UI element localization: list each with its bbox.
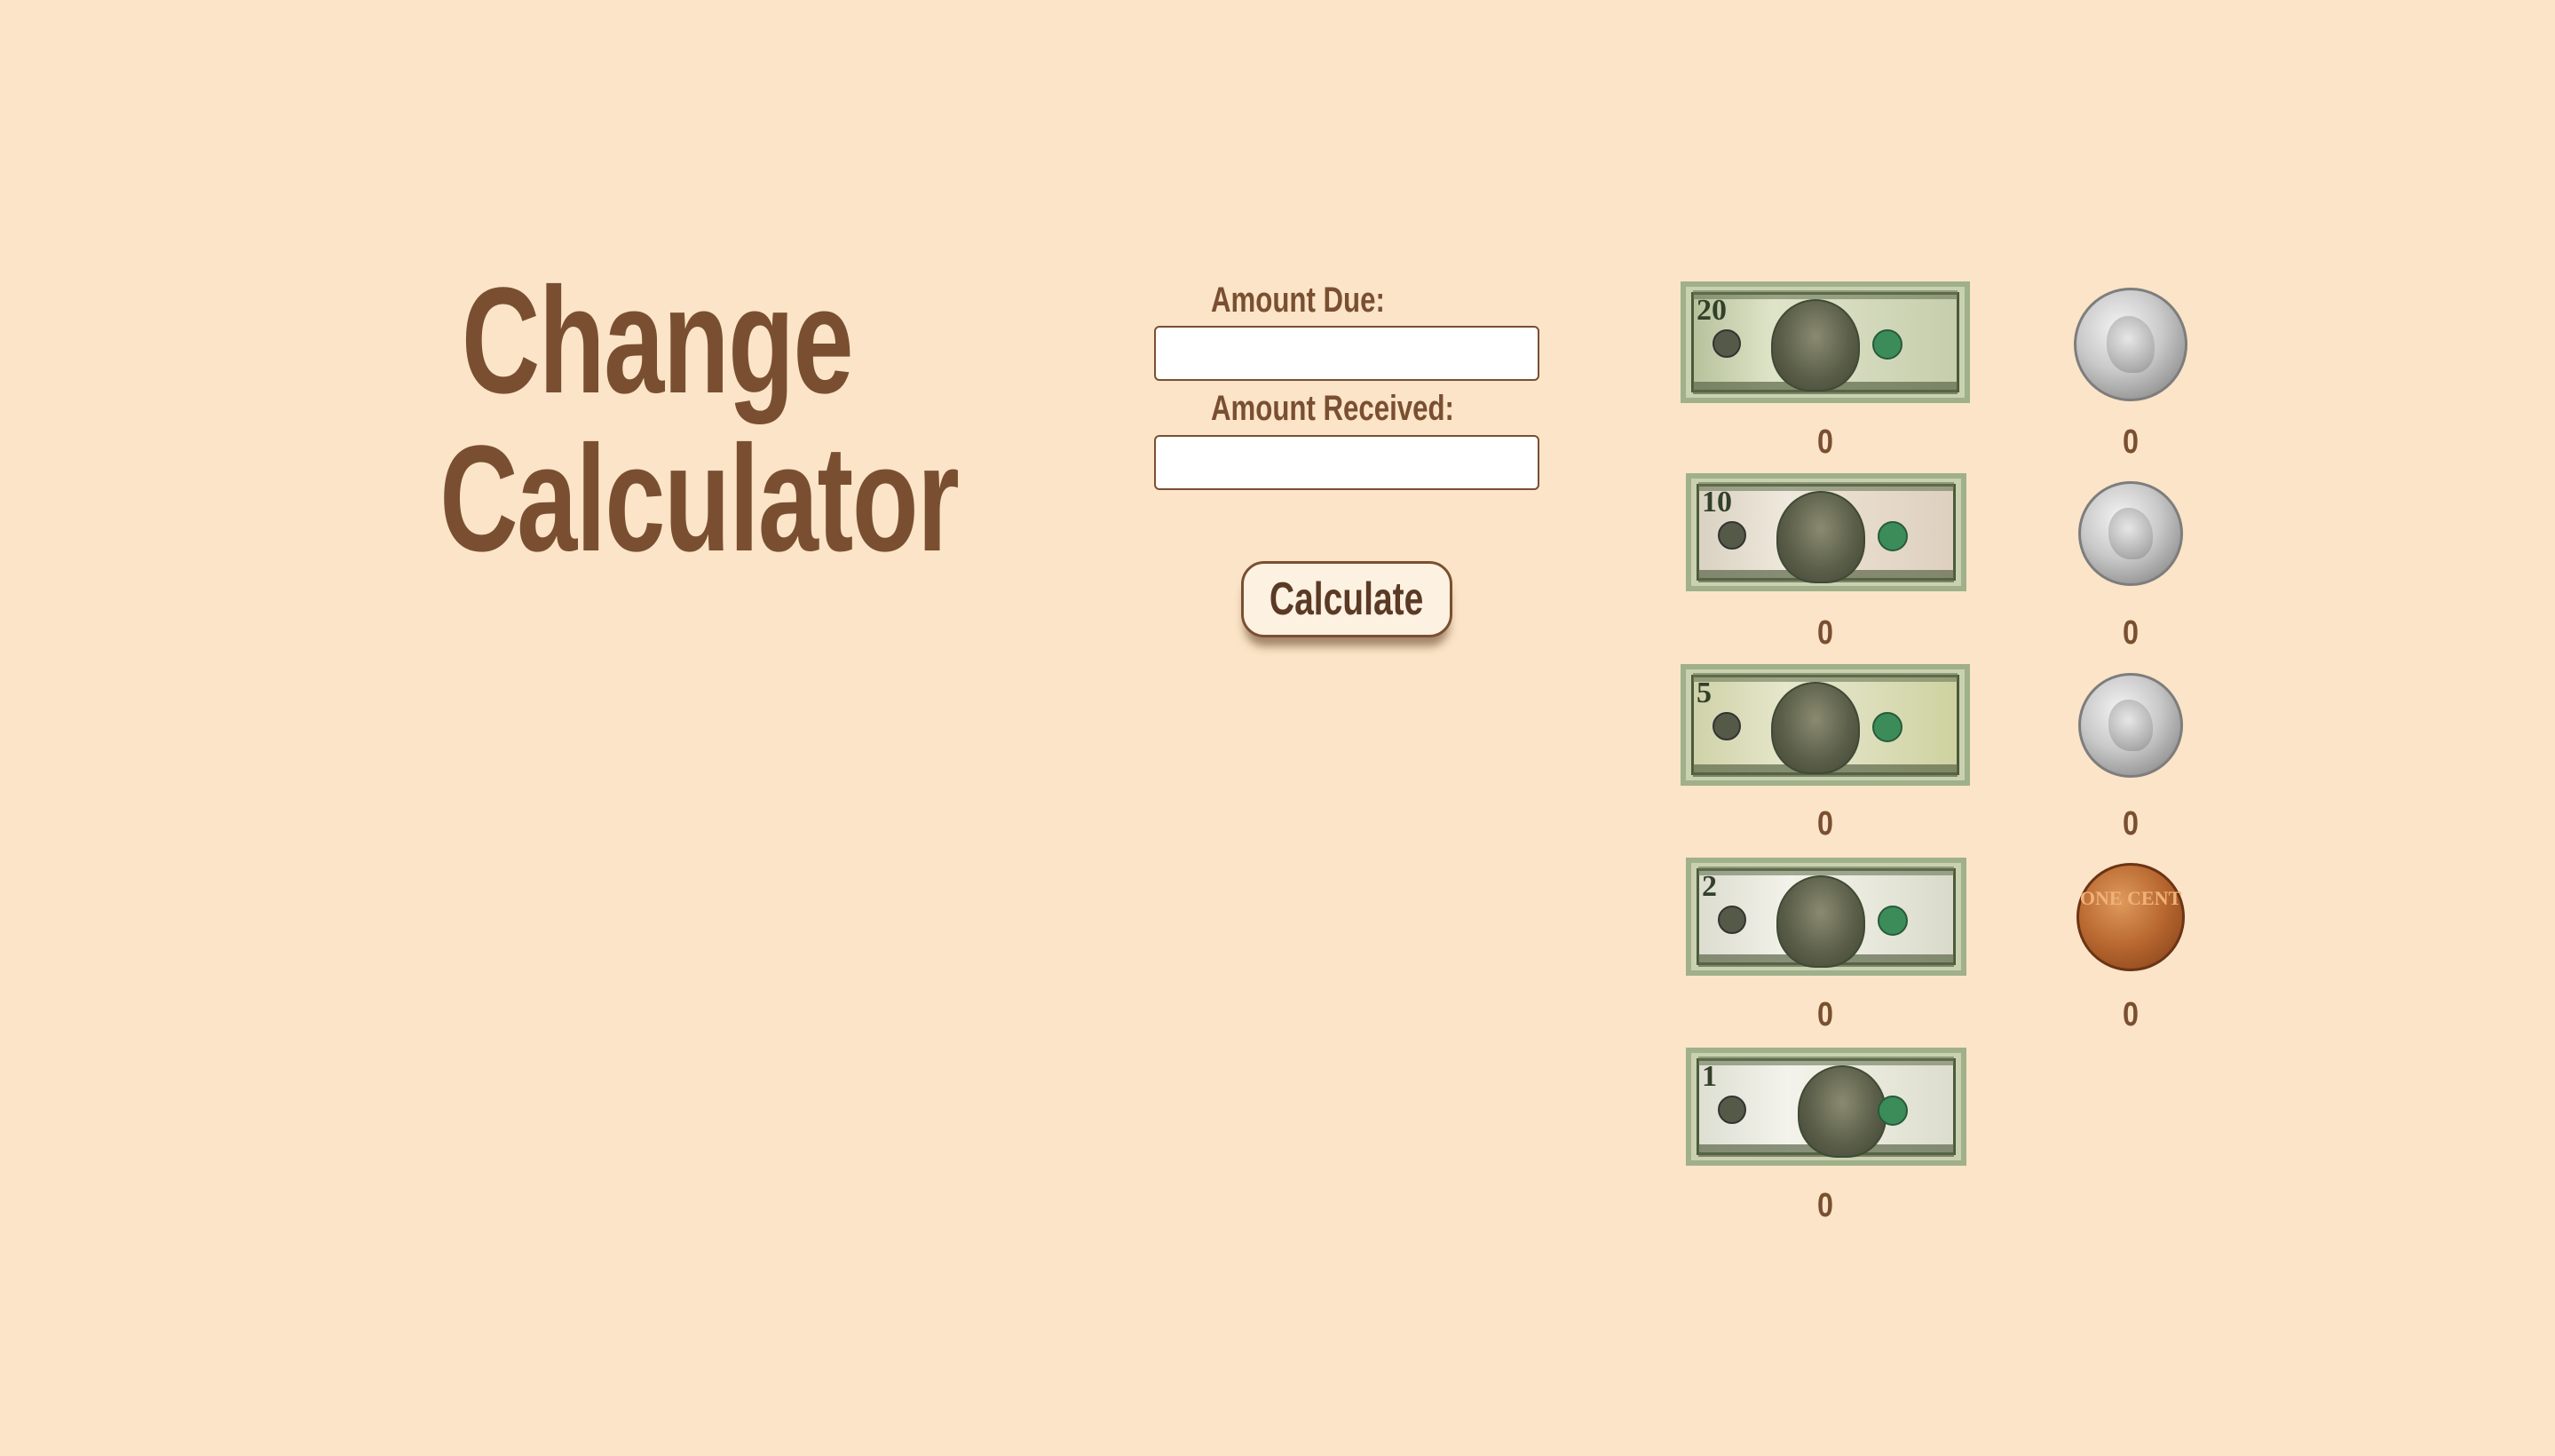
title-line-2: Calculator xyxy=(439,415,960,583)
title-line-1: Change xyxy=(461,257,854,425)
bill-20-denomination: 20 xyxy=(1697,294,1727,327)
bill-1-count: 0 xyxy=(1817,1187,1833,1224)
amount-received-input[interactable] xyxy=(1154,435,1539,490)
page-title: Change Calculator xyxy=(439,257,960,583)
twenty-dollar-bill-image: 20 xyxy=(1681,281,1970,403)
bill-20-count: 0 xyxy=(1817,423,1833,461)
bill-1-denomination: 1 xyxy=(1702,1060,1717,1093)
penny-count: 0 xyxy=(2123,996,2139,1033)
amount-due-label: Amount Due: xyxy=(1211,281,1385,320)
ten-dollar-bill-image: 10 xyxy=(1686,473,1966,591)
one-dollar-bill-image: 1 xyxy=(1686,1048,1966,1166)
nickel-coin-image xyxy=(2078,673,2183,778)
quarter-coin-image xyxy=(2074,288,2187,401)
bill-10-count: 0 xyxy=(1817,614,1833,652)
bill-5-count: 0 xyxy=(1817,805,1833,843)
dime-count: 0 xyxy=(2123,614,2139,652)
amount-received-label: Amount Received: xyxy=(1211,389,1454,428)
bill-5-denomination: 5 xyxy=(1697,677,1712,709)
bill-10-denomination: 10 xyxy=(1702,486,1732,518)
calculate-button-label: Calculate xyxy=(1270,574,1424,625)
calculate-button[interactable]: Calculate xyxy=(1241,561,1452,637)
penny-inscription: ONE CENT xyxy=(2079,887,2182,909)
nickel-count: 0 xyxy=(2123,805,2139,843)
amount-due-input[interactable] xyxy=(1154,326,1539,381)
bill-2-count: 0 xyxy=(1817,996,1833,1033)
bill-2-denomination: 2 xyxy=(1702,870,1717,903)
five-dollar-bill-image: 5 xyxy=(1681,664,1970,786)
two-dollar-bill-image: 2 xyxy=(1686,858,1966,976)
dime-coin-image xyxy=(2078,481,2183,586)
penny-coin-image: ONE CENT xyxy=(2076,863,2185,971)
quarter-count: 0 xyxy=(2123,423,2139,461)
